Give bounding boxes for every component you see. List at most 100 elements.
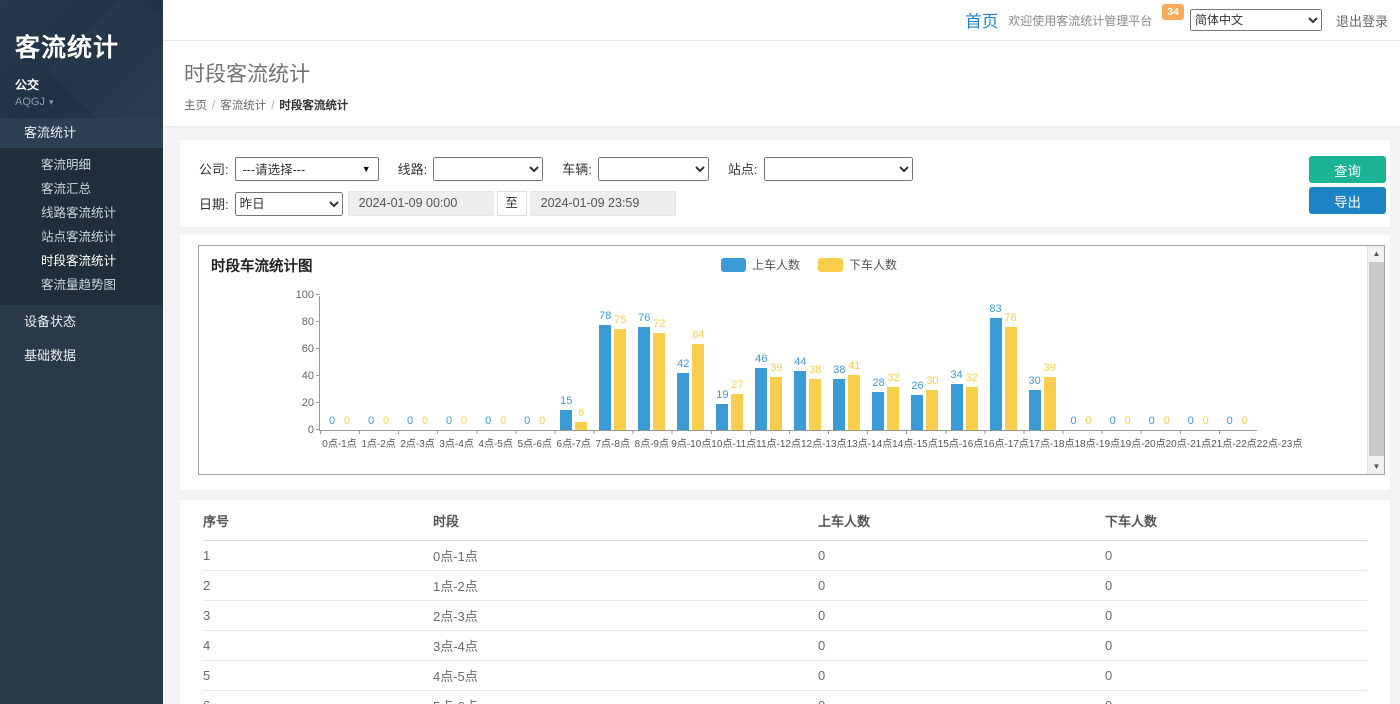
table-cell: 0	[818, 571, 1105, 601]
legend-swatch	[721, 258, 746, 272]
table-cell: 4	[203, 631, 433, 661]
bar-value-label: 0	[524, 415, 530, 427]
table-row: 32点-3点00	[203, 601, 1367, 631]
bar-上车人数[interactable]: 46	[755, 368, 767, 430]
bar-上车人数[interactable]: 15	[560, 410, 572, 430]
sidebar-item[interactable]: 客流汇总	[0, 177, 163, 201]
bar-value-label: 34	[950, 369, 962, 381]
x-axis-label: 20点-21点	[1166, 435, 1212, 450]
bar-value-label: 83	[989, 303, 1001, 315]
bar-value-label: 0	[344, 415, 350, 427]
bar-group: 00	[476, 295, 515, 430]
bar-下车人数[interactable]: 39	[770, 377, 782, 430]
table-cell: 0	[818, 691, 1105, 704]
y-axis-label: 40	[282, 370, 314, 382]
bar-上车人数[interactable]: 34	[951, 384, 963, 430]
table-cell: 0	[818, 541, 1105, 571]
bar-上车人数[interactable]: 42	[677, 373, 689, 430]
chart-scrollbar[interactable]: ▲ ▼	[1367, 246, 1384, 474]
logout-link[interactable]: 退出登录	[1336, 11, 1388, 30]
bar-上车人数[interactable]: 19	[716, 404, 728, 430]
table-cell: 6	[203, 691, 433, 704]
sidebar-item[interactable]: 时段客流统计	[0, 249, 163, 273]
bar-group: 1927	[710, 295, 749, 430]
bar-上车人数[interactable]: 26	[911, 395, 923, 430]
bar-value-label: 0	[1242, 415, 1248, 427]
home-link[interactable]: 首页	[965, 8, 998, 32]
station-select[interactable]	[764, 157, 913, 181]
date-label: 日期:	[199, 194, 229, 213]
table-header-row: 序号时段上车人数下车人数	[203, 500, 1367, 541]
bar-下车人数[interactable]: 41	[848, 375, 860, 430]
table-cell: 1	[203, 541, 433, 571]
sidebar-section[interactable]: 客流统计	[0, 118, 163, 148]
bar-group: 00	[1140, 295, 1179, 430]
bar-value-label: 38	[833, 364, 845, 376]
scroll-up-icon[interactable]: ▲	[1368, 246, 1385, 261]
scrollbar-thumb[interactable]	[1369, 262, 1384, 456]
date-preset-select[interactable]: 昨日	[235, 192, 343, 216]
line-label: 线路:	[398, 159, 428, 178]
bar-下车人数[interactable]: 76	[1005, 327, 1017, 430]
table-cell: 0	[818, 601, 1105, 631]
chart-box: 时段车流统计图 上车人数下车人数 00000000000015678757672…	[198, 245, 1385, 475]
company-select[interactable]: ---请选择--- ▼	[235, 157, 379, 181]
sidebar-item[interactable]: 站点客流统计	[0, 225, 163, 249]
y-axis-label: 100	[282, 289, 314, 301]
breadcrumb-separator: /	[212, 100, 215, 112]
sidebar-section[interactable]: 基础数据	[0, 339, 163, 373]
breadcrumb-parent[interactable]: 客流统计	[220, 100, 266, 112]
x-axis-label: 10点-11点	[711, 435, 756, 450]
bar-group: 00	[359, 295, 398, 430]
bar-上车人数[interactable]: 38	[833, 379, 845, 430]
x-axis-label: 5点-6点	[515, 435, 554, 450]
bar-下车人数[interactable]: 32	[966, 387, 978, 430]
breadcrumb-home[interactable]: 主页	[184, 100, 207, 112]
bar-下车人数[interactable]: 6	[575, 422, 587, 430]
bar-上车人数[interactable]: 83	[990, 318, 1002, 430]
bar-下车人数[interactable]: 64	[692, 344, 704, 430]
vehicle-select[interactable]	[598, 157, 709, 181]
bar-上车人数[interactable]: 30	[1029, 390, 1041, 431]
bar-下车人数[interactable]: 72	[653, 333, 665, 430]
y-axis-label: 60	[282, 343, 314, 355]
bar-value-label: 27	[731, 379, 743, 391]
breadcrumb: 主页/客流统计/时段客流统计	[184, 97, 1400, 113]
bar-下车人数[interactable]: 30	[926, 390, 938, 431]
language-select[interactable]: 简体中文	[1190, 9, 1322, 31]
user-menu[interactable]: AQGJ▾	[15, 96, 163, 108]
sidebar-item[interactable]: 线路客流统计	[0, 201, 163, 225]
start-date-input[interactable]: 2024-01-09 00:00	[348, 191, 494, 216]
table-cell: 5点-6点	[433, 691, 818, 704]
bar-value-label: 44	[794, 356, 806, 368]
bar-group: 00	[1218, 295, 1257, 430]
bar-下车人数[interactable]: 38	[809, 379, 821, 430]
query-button[interactable]: 查询	[1309, 156, 1386, 183]
end-date-input[interactable]: 2024-01-09 23:59	[530, 191, 676, 216]
sidebar-item[interactable]: 客流量趋势图	[0, 273, 163, 297]
bar-上车人数[interactable]: 44	[794, 371, 806, 430]
bar-下车人数[interactable]: 27	[731, 394, 743, 430]
legend-item[interactable]: 下车人数	[818, 256, 897, 273]
scroll-down-icon[interactable]: ▼	[1368, 459, 1385, 474]
export-button[interactable]: 导出	[1309, 187, 1386, 214]
sidebar-section[interactable]: 设备状态	[0, 305, 163, 339]
bar-value-label: 0	[1086, 415, 1092, 427]
bar-value-label: 30	[1028, 375, 1040, 387]
notification-badge[interactable]: 34	[1162, 4, 1184, 20]
bar-上车人数[interactable]: 78	[599, 325, 611, 430]
bar-下车人数[interactable]: 75	[614, 329, 626, 430]
bar-上车人数[interactable]: 76	[638, 327, 650, 430]
table-cell: 0	[818, 661, 1105, 691]
legend-item[interactable]: 上车人数	[721, 256, 800, 273]
bar-group: 4264	[671, 295, 710, 430]
table-cell: 0	[818, 631, 1105, 661]
sidebar-item[interactable]: 客流明细	[0, 153, 163, 177]
table-cell: 2点-3点	[433, 601, 818, 631]
bar-下车人数[interactable]: 32	[887, 387, 899, 430]
bar-上车人数[interactable]: 28	[872, 392, 884, 430]
bar-下车人数[interactable]: 39	[1044, 377, 1056, 430]
page-title: 时段客流统计	[184, 58, 1400, 88]
line-select[interactable]	[433, 157, 543, 181]
bar-group: 4639	[749, 295, 788, 430]
